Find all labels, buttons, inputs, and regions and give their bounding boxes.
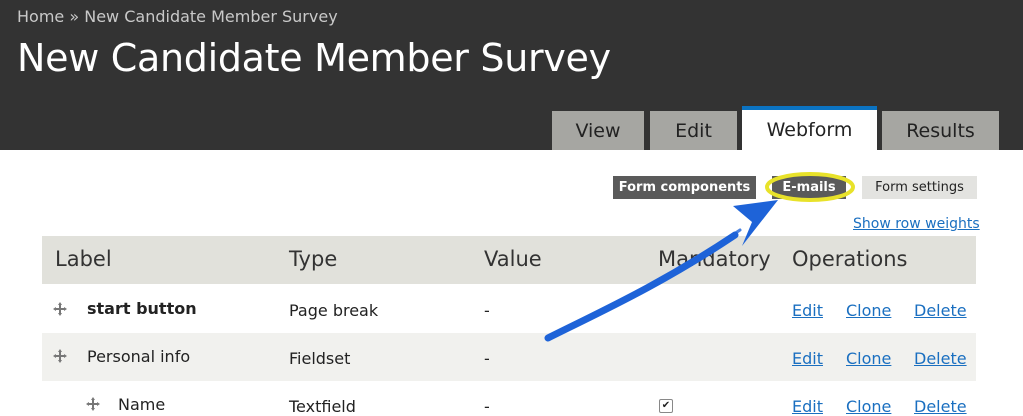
row-type: Textfield (289, 397, 356, 416)
breadcrumb-separator: » (69, 7, 80, 26)
row-value: - (484, 349, 490, 368)
table-row (42, 381, 976, 411)
delete-link[interactable]: Delete (914, 349, 967, 368)
subtab-form-settings[interactable]: Form settings (862, 176, 977, 199)
row-value: - (484, 301, 490, 320)
move-arrows-icon[interactable] (53, 349, 67, 363)
clone-link[interactable]: Clone (846, 301, 891, 320)
edit-link[interactable]: Edit (792, 301, 823, 320)
breadcrumb-current: New Candidate Member Survey (84, 7, 338, 26)
column-header-label[interactable]: Label (55, 247, 112, 271)
edit-link[interactable]: Edit (792, 349, 823, 368)
delete-link[interactable]: Delete (914, 397, 967, 416)
column-header-operations: Operations (792, 247, 908, 271)
clone-link[interactable]: Clone (846, 349, 891, 368)
clone-link[interactable]: Clone (846, 397, 891, 416)
tab-results[interactable]: Results (882, 111, 999, 150)
row-label: start button (87, 299, 197, 318)
tab-edit[interactable]: Edit (650, 111, 737, 150)
subtab-form-components[interactable]: Form components (613, 176, 756, 199)
tab-view[interactable]: View (552, 111, 644, 150)
column-header-mandatory: Mandatory (658, 247, 771, 271)
move-arrows-icon[interactable] (86, 397, 100, 411)
row-label: Name (118, 395, 166, 414)
column-header-value: Value (484, 247, 542, 271)
edit-link[interactable]: Edit (792, 397, 823, 416)
subtab-emails[interactable]: E-mails (772, 176, 846, 199)
tab-webform[interactable]: Webform (742, 106, 877, 150)
delete-link[interactable]: Delete (914, 301, 967, 320)
column-header-type[interactable]: Type (289, 247, 337, 271)
show-row-weights-link[interactable]: Show row weights (853, 216, 980, 232)
row-value: - (484, 397, 490, 416)
breadcrumb-home-link[interactable]: Home (17, 7, 64, 26)
row-label: Personal info (87, 347, 191, 366)
breadcrumb: Home » New Candidate Member Survey (17, 7, 338, 26)
row-type: Fieldset (289, 349, 351, 368)
row-type: Page break (289, 301, 379, 320)
page-title: New Candidate Member Survey (17, 36, 611, 80)
move-arrows-icon[interactable] (53, 302, 67, 316)
